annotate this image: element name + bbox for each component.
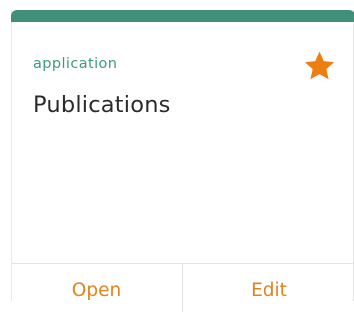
edit-button[interactable]: Edit xyxy=(183,264,354,312)
card-kind-label: application xyxy=(33,56,118,72)
card-title: Publications xyxy=(33,92,171,118)
star-icon[interactable] xyxy=(302,49,337,84)
open-button[interactable]: Open xyxy=(11,264,183,312)
card-accent-bar xyxy=(11,10,354,22)
card-actions: Open Edit xyxy=(11,263,354,312)
application-card: application Publications Open Edit xyxy=(11,10,354,312)
